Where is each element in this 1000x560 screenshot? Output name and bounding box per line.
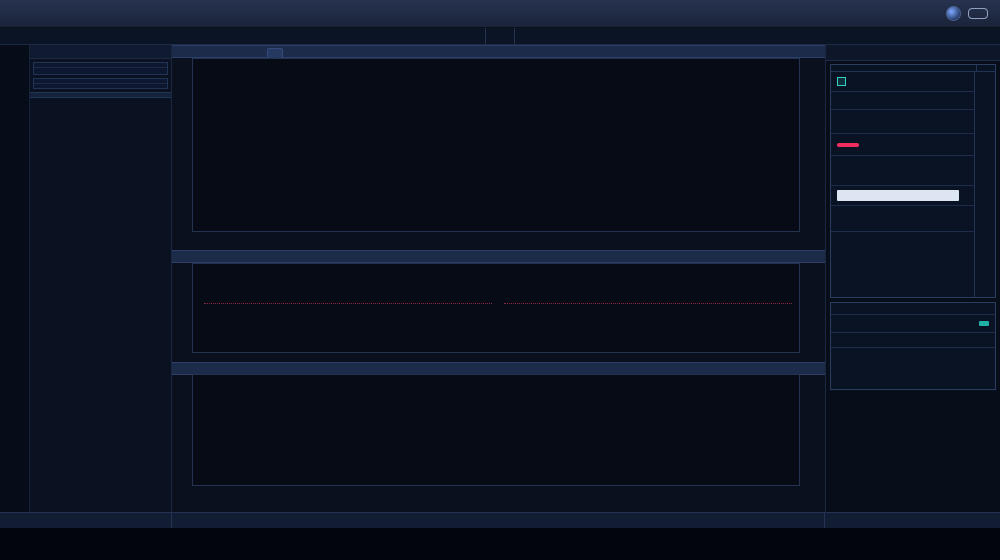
- watchlist-note: [34, 72, 167, 74]
- candlestick-chart[interactable]: [192, 58, 800, 232]
- status-bar: [0, 512, 1000, 528]
- price-levels: [830, 396, 996, 402]
- summary-row-2: [30, 101, 171, 104]
- sidebar-header: [30, 45, 171, 59]
- order-card-side-rail: [974, 72, 995, 297]
- risk-annotation-row: [198, 303, 792, 306]
- window-pill-icon[interactable]: [968, 8, 988, 19]
- dotted-leader: [504, 303, 792, 304]
- ticker-rail: [0, 45, 30, 512]
- toolbar: [0, 28, 1000, 45]
- order-row-sell: [831, 134, 974, 156]
- order-card-fields: [831, 72, 974, 297]
- price-x-axis: [192, 234, 800, 247]
- order-panel-tabs: [826, 45, 1000, 61]
- status-left: [0, 513, 172, 528]
- transfers-y-axis: [174, 374, 190, 484]
- price-y-axis: [174, 58, 190, 232]
- order-row-spacer: [831, 110, 974, 134]
- order-row-check[interactable]: [831, 72, 974, 92]
- sidebar: [30, 45, 172, 512]
- memo-secondary-row: [831, 333, 995, 348]
- price-panel-header: [172, 45, 825, 58]
- checkbox-icon[interactable]: [837, 77, 846, 86]
- order-row-spacer: [831, 206, 974, 232]
- status-right: [825, 513, 1000, 528]
- trades-subtitle-row: [34, 84, 167, 88]
- main-chart-area: [172, 45, 825, 512]
- order-row-input: [831, 186, 974, 206]
- memo-detail-row: [831, 315, 995, 333]
- footer-strip: [0, 528, 1000, 560]
- globe-icon[interactable]: [946, 6, 961, 21]
- trades-card: [33, 78, 168, 89]
- efficiency-y-axis: [174, 263, 190, 351]
- order-row-terms: [831, 92, 974, 110]
- efficiency-panel-header: [172, 250, 825, 263]
- teal-badge-icon[interactable]: [979, 321, 989, 326]
- transfers-x-axis: [192, 488, 800, 500]
- levels-header: [830, 396, 996, 402]
- order-card-title-row: [831, 65, 995, 72]
- order-panel: [825, 45, 1000, 512]
- watchlist-card: [33, 62, 168, 75]
- order-card-body: [831, 72, 995, 297]
- trading-terminal-app: [0, 0, 1000, 560]
- efficiency-chart[interactable]: [192, 263, 800, 353]
- memo-dash-row: [831, 303, 995, 315]
- transfers-volume-chart[interactable]: [192, 374, 800, 486]
- amount-input[interactable]: [837, 190, 959, 201]
- toolbar-center: [485, 28, 515, 44]
- menubar-right: [932, 6, 988, 21]
- memo-card: [830, 302, 996, 390]
- order-card-corner-icon[interactable]: [976, 65, 995, 71]
- order-card: [830, 64, 996, 298]
- order-card-title: [831, 65, 976, 71]
- order-row-spacer: [831, 232, 974, 297]
- sell-button[interactable]: [837, 143, 859, 147]
- memo-footer: [831, 381, 995, 389]
- menubar: [0, 0, 1000, 28]
- status-center: [172, 513, 825, 528]
- dotted-leader: [204, 303, 492, 304]
- order-row-commands: [831, 156, 974, 186]
